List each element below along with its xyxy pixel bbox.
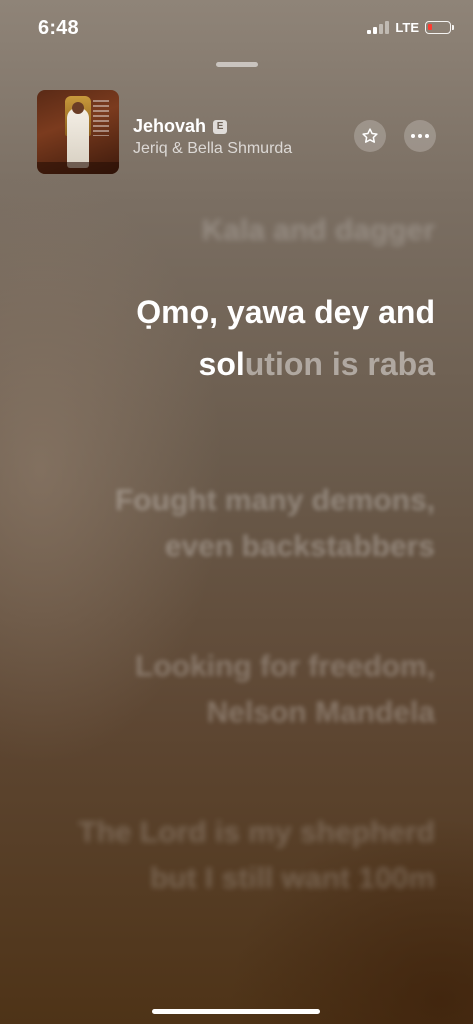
more-options-button[interactable]	[404, 120, 436, 152]
lyric-line-previous[interactable]: Kala and dagger	[40, 206, 435, 256]
status-bar: 6:48 LTE	[0, 0, 473, 56]
cellular-signal-icon	[367, 21, 390, 34]
song-title: Jehovah	[133, 116, 207, 136]
sheet-grabber-handle[interactable]	[216, 62, 258, 67]
now-playing-header: Jehovah E Jeriq & Bella Shmurda	[37, 90, 437, 175]
battery-icon	[425, 21, 454, 34]
status-time: 6:48	[38, 17, 79, 39]
explicit-badge: E	[213, 119, 228, 134]
home-indicator[interactable]	[152, 1009, 320, 1014]
network-type: LTE	[395, 20, 419, 35]
status-indicators: LTE	[367, 20, 454, 35]
lyric-line-next[interactable]: Fought many demons, even backstabbers	[40, 478, 435, 570]
lyric-line-next[interactable]: Looking for freedom, Nelson Mandela	[40, 644, 435, 736]
album-art[interactable]	[37, 90, 119, 174]
song-title-row: Jehovah E	[133, 116, 228, 137]
favorite-button[interactable]	[354, 120, 386, 152]
lyric-line-next[interactable]: The Lord is my shepherd but I still want…	[40, 810, 435, 902]
star-icon	[362, 128, 378, 143]
ellipsis-icon	[411, 134, 429, 138]
lyric-line-current[interactable]: Ọmọ, yawa dey and solution is raba	[40, 286, 435, 390]
lyric-current-unsung: ution is raba	[244, 346, 435, 382]
song-artist[interactable]: Jeriq & Bella Shmurda	[133, 140, 292, 158]
